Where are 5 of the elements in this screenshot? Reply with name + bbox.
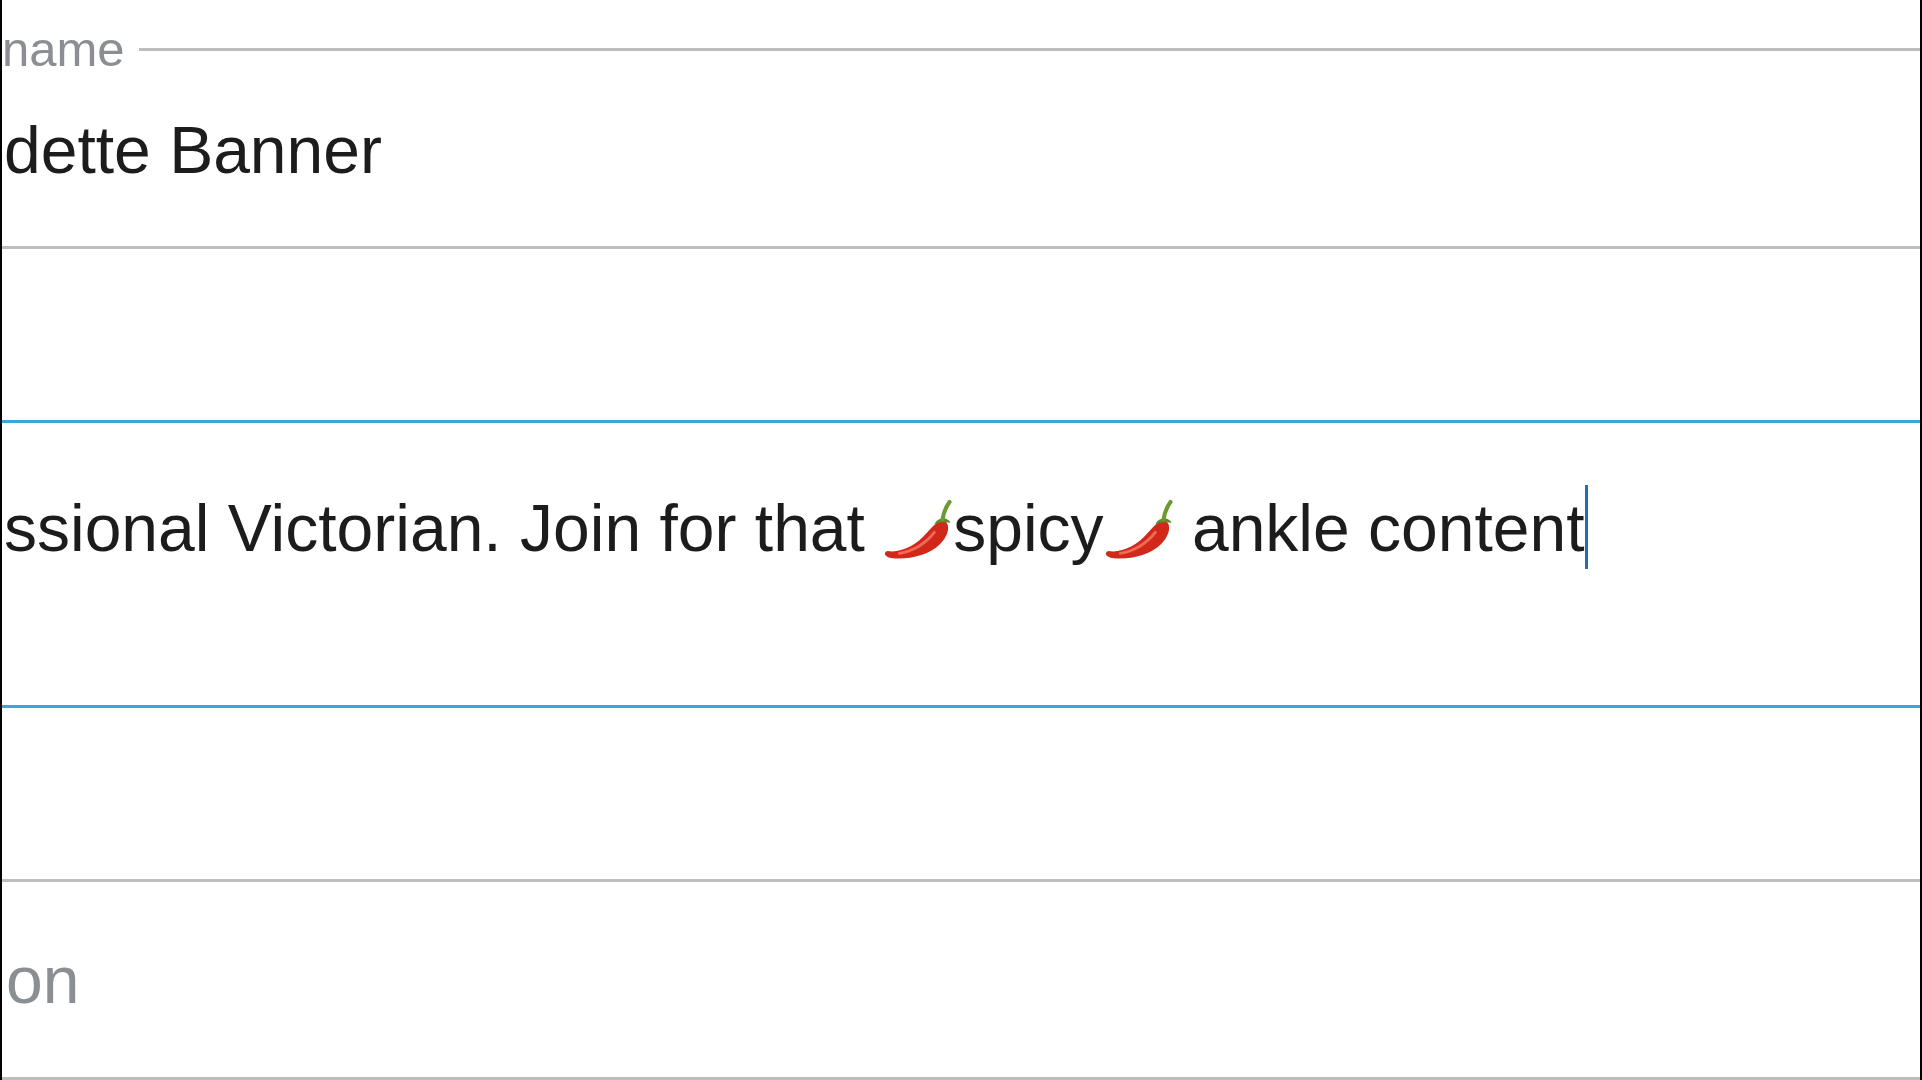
- chili-pepper-icon: [883, 499, 954, 561]
- section-header: name: [2, 24, 125, 74]
- bio-field[interactable]: ssional Victorian. Join for that spicy ankle content: [2, 420, 1920, 708]
- text-field[interactable]: on: [2, 879, 1920, 1080]
- chili-pepper-icon: [1103, 499, 1174, 561]
